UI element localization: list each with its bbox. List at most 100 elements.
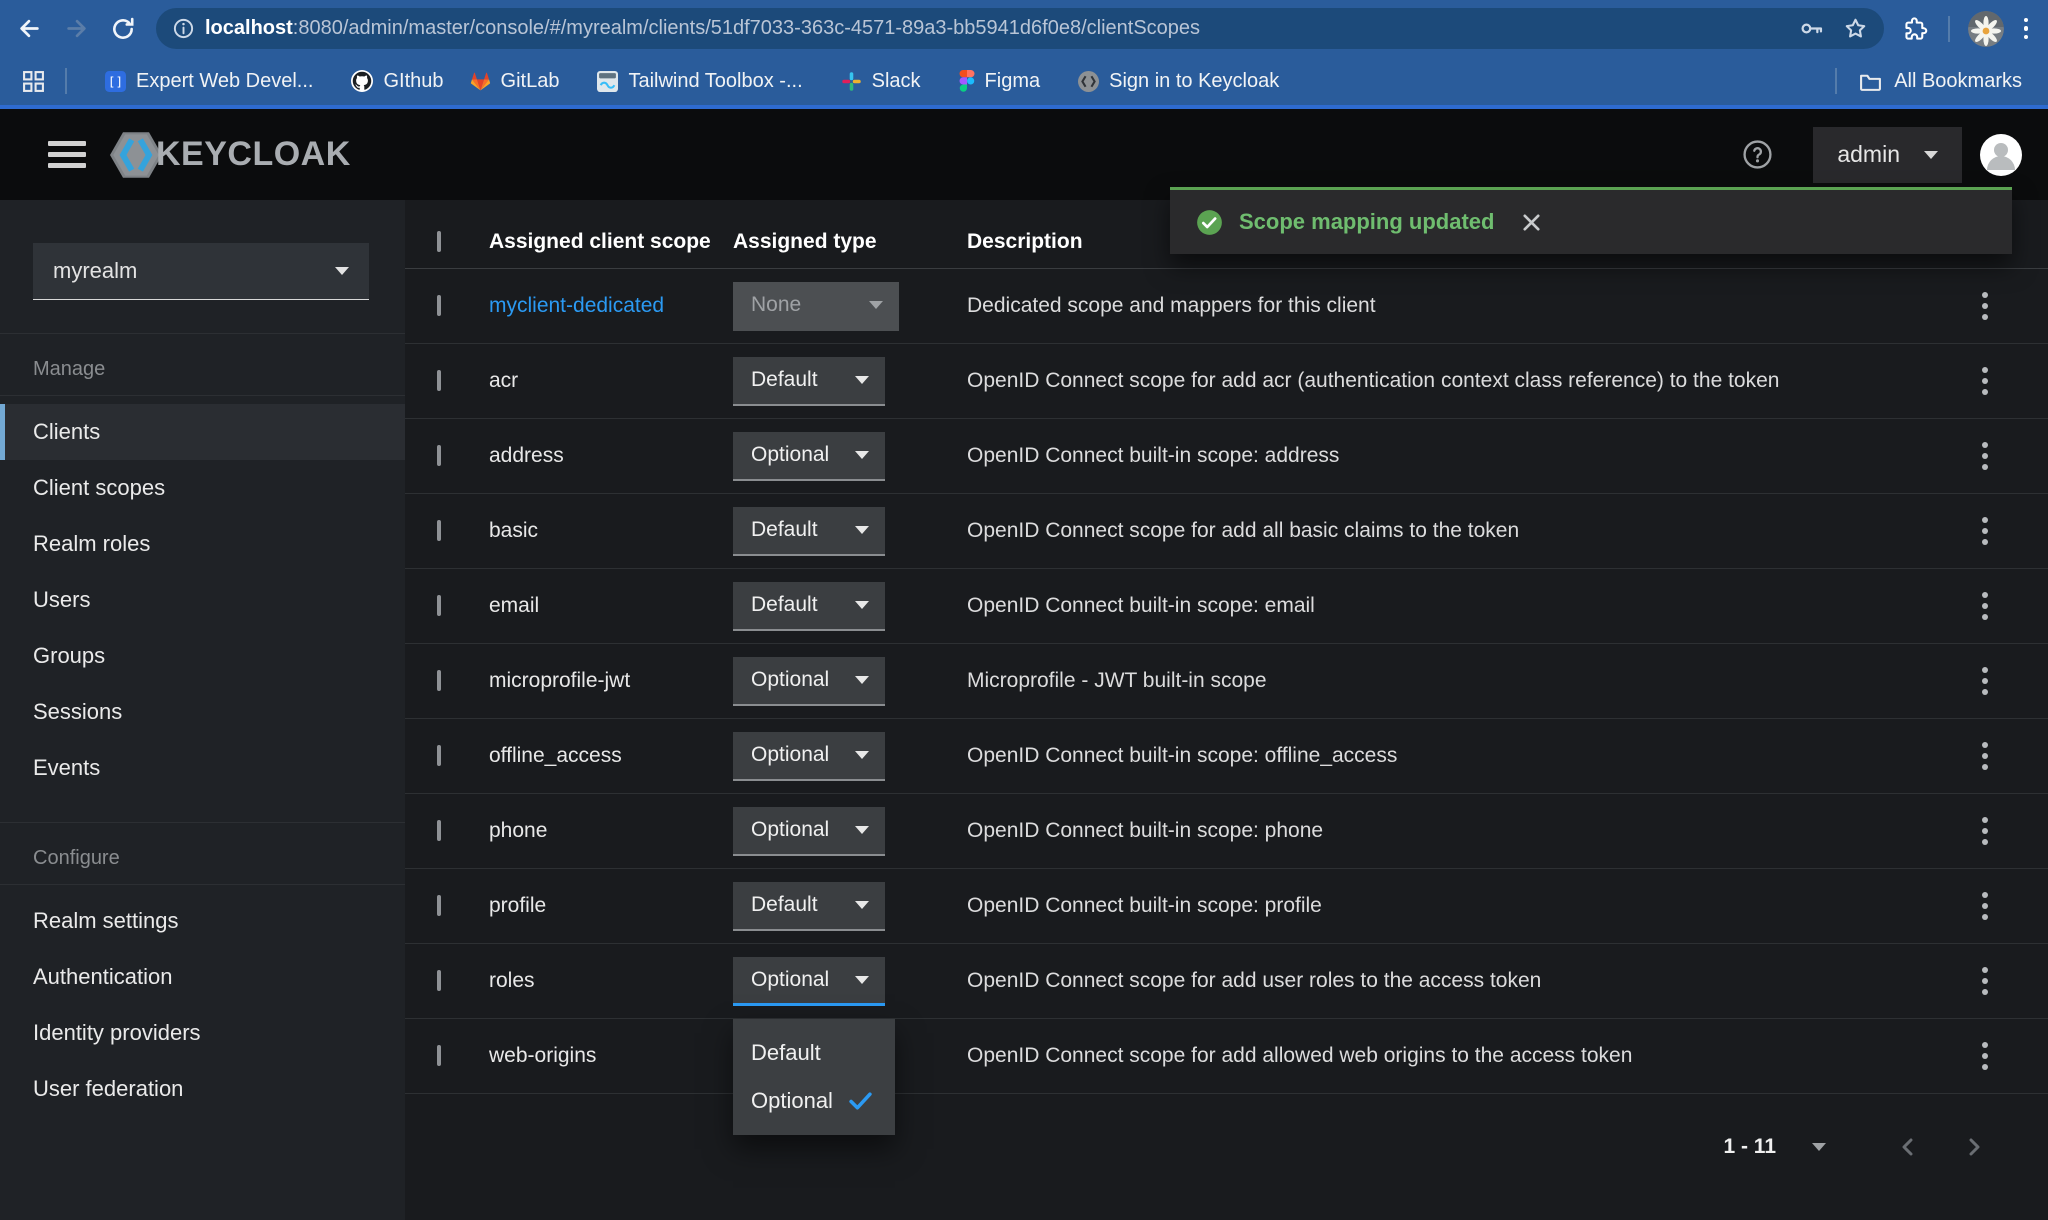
sidebar-item-clients[interactable]: Clients	[0, 404, 405, 460]
scope-name: roles	[489, 969, 535, 992]
row-checkbox[interactable]	[437, 820, 441, 841]
kebab-menu-icon[interactable]	[1974, 509, 1996, 553]
assigned-type-select[interactable]: Default	[733, 582, 885, 631]
kebab-menu-icon[interactable]	[1974, 359, 1996, 403]
bookmark-slack[interactable]: Slack	[841, 70, 921, 93]
kebab-menu-icon[interactable]	[1974, 734, 1996, 778]
kebab-menu-icon[interactable]	[1974, 434, 1996, 478]
bookmark-tailwind-toolbox[interactable]: Tailwind Toolbox -...	[597, 70, 802, 93]
sidebar-item-client-scopes[interactable]: Client scopes	[0, 460, 405, 516]
passwords-icon[interactable]	[1798, 15, 1825, 42]
bookmark-sign-in-to-keycloak[interactable]: Sign in to Keycloak	[1078, 70, 1279, 93]
browser-profile-avatar[interactable]	[1968, 11, 2004, 47]
back-icon[interactable]	[16, 15, 43, 42]
sidebar-item-realm-settings[interactable]: Realm settings	[0, 893, 405, 949]
sidebar-item-label: Client scopes	[33, 475, 165, 501]
pagination-prev-icon[interactable]	[1898, 1137, 1918, 1157]
row-checkbox[interactable]	[437, 670, 441, 691]
assigned-type-select[interactable]: Optional	[733, 732, 885, 781]
kebab-menu-icon[interactable]	[1974, 809, 1996, 853]
menu-option-default[interactable]: Default	[733, 1029, 895, 1077]
kebab-menu-icon[interactable]	[1974, 1034, 1996, 1078]
kebab-menu-icon[interactable]	[1974, 884, 1996, 928]
select-all-checkbox[interactable]	[437, 231, 441, 252]
kebab-menu-icon[interactable]	[1974, 659, 1996, 703]
pagination: 1 - 11	[1723, 1135, 1984, 1159]
tailwind-icon	[597, 71, 618, 92]
kebab-menu-icon[interactable]	[1974, 284, 1996, 328]
help-icon[interactable]	[1742, 139, 1773, 170]
row-checkbox[interactable]	[437, 1045, 441, 1066]
scope-name: basic	[489, 519, 538, 542]
bookmark-figma[interactable]: Figma	[959, 70, 1041, 93]
assigned-type-select[interactable]: Optional	[733, 807, 885, 856]
row-checkbox[interactable]	[437, 445, 441, 466]
assigned-type-value: Default	[751, 368, 818, 392]
bookmark-expert-web-devel[interactable]: []Expert Web Devel...	[105, 70, 313, 93]
assigned-type-select[interactable]: Optional	[733, 432, 885, 481]
sidebar: myrealm ManageClientsClient scopesRealm …	[0, 200, 405, 1220]
sidebar-item-label: Sessions	[33, 699, 122, 725]
sidebar-item-sessions[interactable]: Sessions	[0, 684, 405, 740]
pagination-options-icon[interactable]	[1812, 1143, 1826, 1151]
bookmark-github[interactable]: GIthub	[351, 70, 443, 93]
bookmark-label: Sign in to Keycloak	[1109, 70, 1279, 93]
forward-icon[interactable]	[63, 15, 90, 42]
realm-selector[interactable]: myrealm	[33, 243, 369, 300]
url-bar[interactable]: localhost:8080/admin/master/console/#/my…	[156, 8, 1884, 49]
user-avatar[interactable]	[1980, 134, 2022, 176]
assigned-type-select[interactable]: Default	[733, 357, 885, 406]
row-checkbox[interactable]	[437, 520, 441, 541]
chevron-down-icon	[335, 267, 349, 275]
bookmark-label: Tailwind Toolbox -...	[628, 70, 802, 93]
apps-grid-icon[interactable]	[22, 70, 45, 93]
nav-toggle-icon[interactable]	[48, 135, 86, 174]
user-menu-button[interactable]: admin	[1813, 127, 1962, 183]
close-icon[interactable]	[1520, 211, 1543, 234]
assigned-type-value: Optional	[751, 443, 829, 467]
row-checkbox[interactable]	[437, 595, 441, 616]
sidebar-item-user-federation[interactable]: User federation	[0, 1061, 405, 1117]
chevron-down-icon	[855, 676, 869, 684]
sidebar-item-groups[interactable]: Groups	[0, 628, 405, 684]
kebab-menu-icon[interactable]	[1974, 959, 1996, 1003]
table-row-email: emailDefaultOpenID Connect built-in scop…	[405, 569, 2048, 644]
main-content: Assigned client scope Assigned type Desc…	[405, 200, 2048, 1220]
bookmark-gitlab[interactable]: GitLab	[470, 70, 560, 93]
sidebar-item-label: Users	[33, 587, 90, 613]
all-bookmarks[interactable]: All Bookmarks	[1835, 68, 2048, 94]
browser-menu-icon[interactable]	[2024, 18, 2029, 40]
row-checkbox[interactable]	[437, 895, 441, 916]
site-info-icon[interactable]	[172, 17, 195, 40]
sidebar-item-users[interactable]: Users	[0, 572, 405, 628]
table-row-web-origins: web-originsOpenID Connect scope for add …	[405, 1019, 2048, 1094]
scope-name: phone	[489, 819, 547, 842]
extensions-icon[interactable]	[1902, 16, 1928, 42]
row-checkbox[interactable]	[437, 295, 441, 316]
reload-icon[interactable]	[110, 16, 136, 42]
sidebar-item-identity-providers[interactable]: Identity providers	[0, 1005, 405, 1061]
assigned-type-select[interactable]: Default	[733, 882, 885, 931]
sidebar-item-events[interactable]: Events	[0, 740, 405, 796]
chevron-down-icon	[855, 526, 869, 534]
scope-name[interactable]: myclient-dedicated	[489, 294, 664, 317]
assigned-type-select[interactable]: Optional	[733, 657, 885, 706]
bookmark-star-icon[interactable]	[1843, 16, 1868, 41]
assigned-type-menu: DefaultOptional	[733, 1019, 895, 1135]
row-checkbox[interactable]	[437, 745, 441, 766]
scope-name: address	[489, 444, 564, 467]
row-checkbox[interactable]	[437, 970, 441, 991]
row-checkbox[interactable]	[437, 370, 441, 391]
pagination-next-icon[interactable]	[1964, 1137, 1984, 1157]
scope-description: OpenID Connect built-in scope: email	[967, 594, 1315, 617]
section-label-configure: Configure	[0, 823, 405, 884]
table-row-microprofile-jwt: microprofile-jwtOptionalMicroprofile - J…	[405, 644, 2048, 719]
scope-name: web-origins	[489, 1044, 596, 1067]
kebab-menu-icon[interactable]	[1974, 584, 1996, 628]
menu-option-optional[interactable]: Optional	[733, 1077, 895, 1125]
assigned-type-select[interactable]: Optional	[733, 957, 885, 1006]
url-path: :8080/admin/master/console/#/myrealm/cli…	[293, 17, 1200, 39]
sidebar-item-authentication[interactable]: Authentication	[0, 949, 405, 1005]
sidebar-item-realm-roles[interactable]: Realm roles	[0, 516, 405, 572]
assigned-type-select[interactable]: Default	[733, 507, 885, 556]
